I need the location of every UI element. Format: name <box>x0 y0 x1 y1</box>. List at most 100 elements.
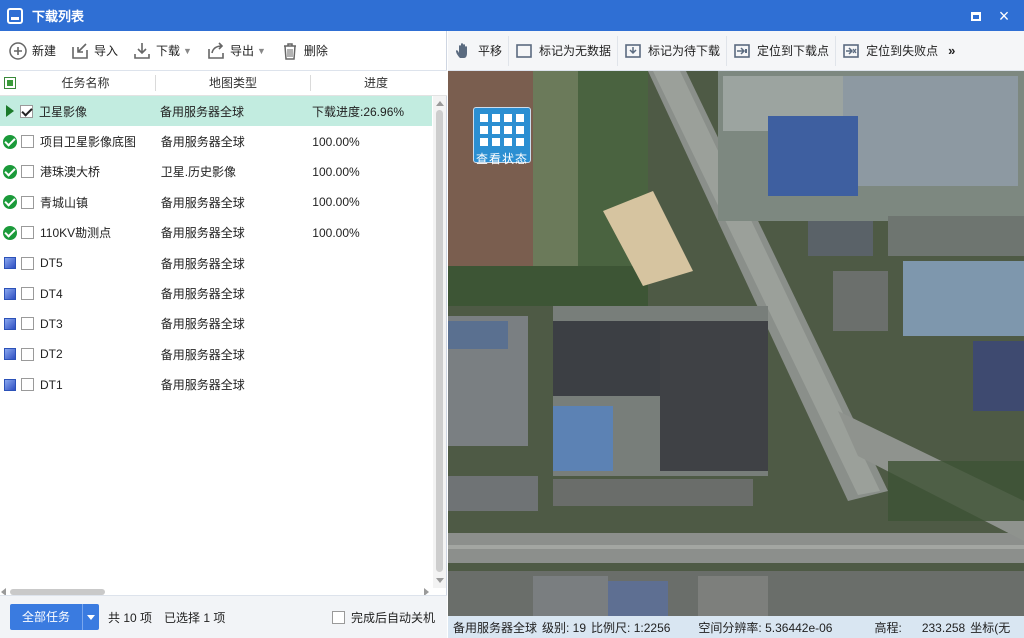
locate-failed-button[interactable]: 定位到失败点 <box>836 36 944 66</box>
list-footer: 全部任务 共 10 项 已选择 1 项 完成后自动关机 <box>0 595 447 638</box>
map-toolbar: 平移 标记为无数据 标记为待下载 定位到下载点 定位到失败点 » <box>448 31 1024 71</box>
column-header-type[interactable]: 地图类型 <box>156 75 311 91</box>
maximize-icon <box>971 11 981 21</box>
task-progress: 100.00% <box>312 164 360 179</box>
pan-label: 平移 <box>478 44 503 58</box>
map-type: 备用服务器全球 <box>160 347 245 362</box>
map-status-bar: 备用服务器全球 级别: 19 比例尺: 1:2256 空间分辨率: 5.3644… <box>448 616 1024 638</box>
all-tasks-label: 全部任务 <box>10 604 84 630</box>
status-elevation: 高程: 233.258 <box>874 620 966 635</box>
column-header-progress[interactable]: 进度 <box>311 75 441 91</box>
task-list: 卫星影像 备用服务器全球 下载进度:26.96% 项目卫星影像底图 备用服务器全… <box>0 96 432 400</box>
locate-failed-label: 定位到失败点 <box>866 44 939 58</box>
map-type: 备用服务器全球 <box>160 287 245 302</box>
chevron-down-icon: ▼ <box>256 45 266 56</box>
view-status-button[interactable]: 查看状态 <box>473 107 531 166</box>
mark-pending-button[interactable]: 标记为待下载 <box>618 35 728 66</box>
row-checkbox[interactable] <box>21 378 34 392</box>
map-type: 备用服务器全球 <box>160 317 245 332</box>
pan-button[interactable]: 平移 <box>448 35 510 66</box>
satellite-map[interactable]: 查看状态 <box>448 71 1024 616</box>
mark-pending-label: 标记为待下载 <box>648 44 721 58</box>
title-bar: 下载列表 × <box>0 0 1024 31</box>
download-button[interactable]: 下载 ▼ <box>126 37 198 65</box>
list-toolbar: 新建 导入 下载 ▼ 导出 ▼ 删除 <box>0 31 447 71</box>
row-checkbox[interactable] <box>21 195 34 209</box>
locate-download-label: 定位到下载点 <box>757 44 830 58</box>
row-checkbox[interactable] <box>21 317 34 331</box>
column-header-name[interactable]: 任务名称 <box>16 75 156 91</box>
locate-arrow-icon <box>734 43 750 58</box>
table-row[interactable]: 青城山镇 备用服务器全球 100.00% <box>0 187 432 217</box>
app-icon <box>7 7 23 24</box>
task-name: 110KV勘测点 <box>40 226 112 241</box>
row-checkbox[interactable] <box>21 226 34 240</box>
table-row[interactable]: DT5 备用服务器全球 <box>0 248 432 278</box>
scroll-up-icon[interactable] <box>436 101 444 106</box>
task-name: 项目卫星影像底图 <box>40 135 137 150</box>
import-label: 导入 <box>94 44 119 58</box>
locate-download-button[interactable]: 定位到下载点 <box>727 35 837 66</box>
import-button[interactable]: 导入 <box>64 37 124 65</box>
map-type: 备用服务器全球 <box>160 195 245 210</box>
close-button[interactable]: × <box>994 6 1014 26</box>
auto-shutdown-checkbox[interactable] <box>331 610 345 624</box>
table-row[interactable]: DT4 备用服务器全球 <box>0 278 432 308</box>
check-circle-icon <box>3 225 17 240</box>
vertical-scrollbar[interactable] <box>433 96 446 588</box>
task-name: DT2 <box>40 347 63 362</box>
select-all-checkbox[interactable] <box>4 77 16 89</box>
new-button[interactable]: 新建 <box>2 37 62 65</box>
all-tasks-dropdown[interactable] <box>83 604 99 630</box>
grid-icon <box>474 114 530 146</box>
export-button[interactable]: 导出 ▼ <box>200 37 272 65</box>
table-row[interactable]: DT2 备用服务器全球 <box>0 339 432 369</box>
table-row[interactable]: DT3 备用服务器全球 <box>0 309 432 339</box>
status-coords: 坐标(无 <box>970 620 1011 635</box>
task-progress: 100.00% <box>312 225 360 240</box>
row-checkbox[interactable] <box>21 347 34 361</box>
scroll-down-icon[interactable] <box>436 578 444 583</box>
delete-label: 删除 <box>303 44 328 58</box>
table-row[interactable]: DT1 备用服务器全球 <box>0 370 432 400</box>
all-tasks-button[interactable]: 全部任务 <box>10 604 100 630</box>
check-circle-icon <box>3 134 17 149</box>
map-type: 备用服务器全球 <box>160 378 245 393</box>
task-progress: 100.00% <box>312 195 360 210</box>
row-checkbox[interactable] <box>21 165 34 179</box>
delete-button[interactable]: 删除 <box>274 37 334 65</box>
row-checkbox[interactable] <box>20 104 33 118</box>
map-type: 备用服务器全球 <box>160 226 245 241</box>
task-name: 卫星影像 <box>39 104 88 119</box>
mark-no-data-label: 标记为无数据 <box>539 44 612 58</box>
task-name: DT4 <box>40 286 63 301</box>
status-level: 级别: 19 <box>542 620 587 635</box>
row-checkbox[interactable] <box>21 256 34 270</box>
check-circle-icon <box>3 195 17 210</box>
pending-square-icon <box>4 378 16 391</box>
scroll-thumb[interactable] <box>436 110 443 572</box>
download-box-icon <box>625 43 641 58</box>
pending-square-icon <box>4 348 16 361</box>
locate-failed-icon <box>843 43 859 58</box>
task-name: DT1 <box>40 377 63 392</box>
task-name: DT3 <box>40 316 63 331</box>
table-row[interactable]: 卫星影像 备用服务器全球 下载进度:26.96% <box>0 96 432 127</box>
more-tools-button[interactable]: » <box>948 43 955 58</box>
map-panel: 平移 标记为无数据 标记为待下载 定位到下载点 定位到失败点 » 查看状态 备用… <box>448 31 1024 638</box>
mark-no-data-button[interactable]: 标记为无数据 <box>509 35 619 66</box>
table-row[interactable]: 项目卫星影像底图 备用服务器全球 100.00% <box>0 126 432 156</box>
auto-shutdown-option[interactable]: 完成后自动关机 <box>331 609 435 626</box>
row-checkbox[interactable] <box>21 135 34 149</box>
row-checkbox[interactable] <box>21 287 34 301</box>
download-label: 下载 <box>156 44 181 58</box>
export-label: 导出 <box>229 44 254 58</box>
table-row[interactable]: 港珠澳大桥 卫星.历史影像 100.00% <box>0 157 432 187</box>
pending-square-icon <box>4 287 16 300</box>
play-icon <box>6 105 14 118</box>
task-name: 青城山镇 <box>40 195 89 210</box>
table-row[interactable]: 110KV勘测点 备用服务器全球 100.00% <box>0 218 432 248</box>
maximize-button[interactable] <box>966 6 986 26</box>
chevron-down-icon: ▼ <box>183 45 192 56</box>
auto-shutdown-label: 完成后自动关机 <box>350 610 435 625</box>
